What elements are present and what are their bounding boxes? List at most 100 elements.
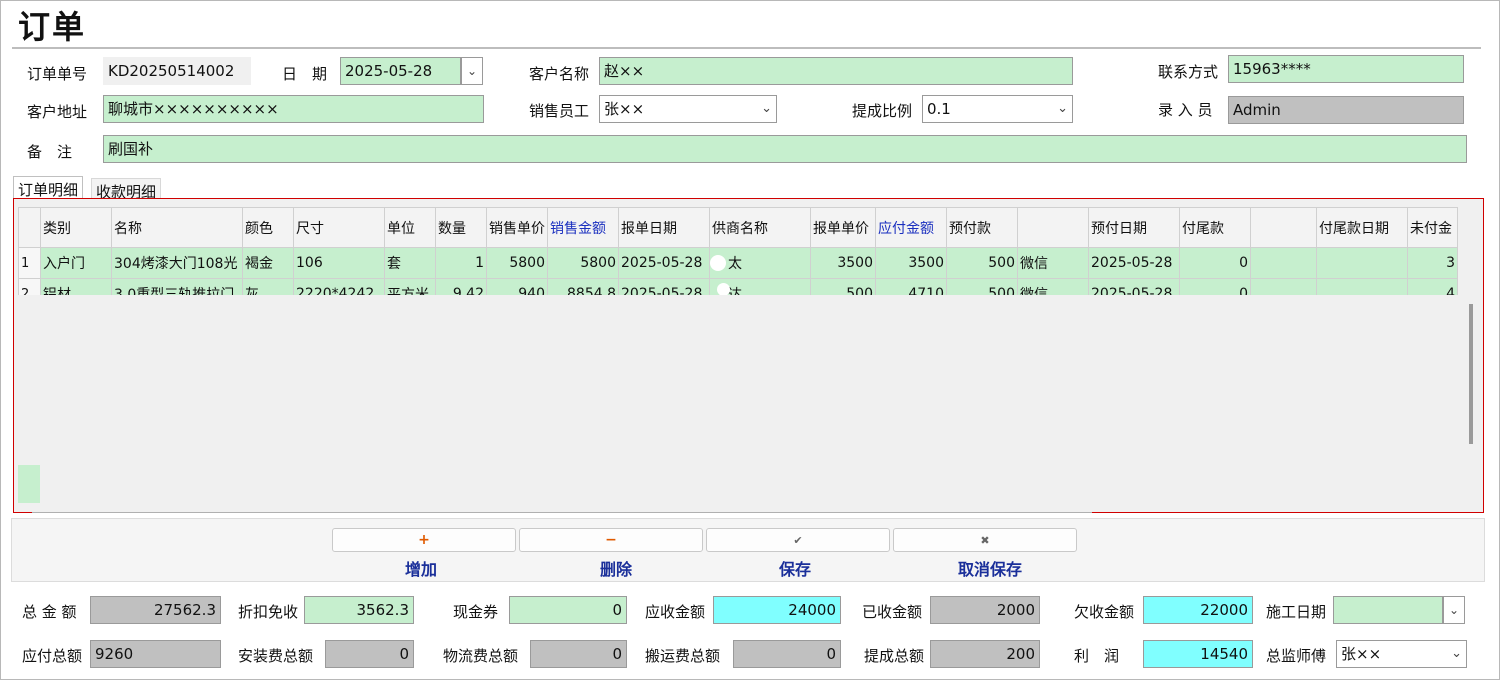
grid-cell[interactable]: 入户门 — [40, 247, 112, 279]
date-picker-button[interactable]: ⌄ — [461, 57, 483, 85]
install-total-label: 安装费总额 — [238, 647, 314, 665]
column-header[interactable]: 销售金额 — [547, 207, 619, 248]
grid-header-row: 类别 名称 颜色 尺寸 单位 数量 销售单价 销售金额 报单日期 供商名称 报单… — [18, 207, 1458, 248]
date-label: 日 期 — [282, 65, 328, 83]
grid-cell[interactable]: 套 — [384, 247, 436, 279]
add-button[interactable]: + — [332, 528, 516, 552]
page-title: 订单 — [18, 8, 87, 46]
address-field[interactable]: 聊城市×××××××××× — [103, 95, 484, 123]
chevron-down-icon: ⌄ — [761, 101, 772, 116]
check-icon: ✔ — [793, 533, 803, 547]
supervisor-label: 总监师傅 — [1266, 647, 1327, 665]
column-header[interactable] — [1017, 207, 1089, 248]
column-header[interactable]: 付尾款 — [1179, 207, 1251, 248]
delete-button[interactable]: − — [519, 528, 703, 552]
table-row[interactable]: 1 入户门 304烤漆大门108光 褐金 106 套 1 5800 5800 2… — [18, 247, 1458, 279]
column-header[interactable]: 付尾款日期 — [1316, 207, 1408, 248]
grid-empty-area — [18, 295, 1468, 507]
redaction-mark — [710, 255, 726, 271]
received-label: 已收金额 — [862, 603, 923, 621]
column-header[interactable]: 数量 — [435, 207, 487, 248]
remark-field[interactable]: 刷国补 — [103, 135, 1467, 163]
grid-vertical-scrollbar[interactable] — [1469, 304, 1473, 444]
column-header[interactable]: 销售单价 — [486, 207, 548, 248]
customer-label: 客户名称 — [529, 65, 590, 83]
grid-cell[interactable]: 1 — [435, 247, 487, 279]
grid-cell[interactable]: 微信 — [1017, 247, 1089, 279]
grid-horizontal-scrollbar[interactable] — [32, 512, 1092, 513]
cancel-save-button-label[interactable]: 取消保存 — [898, 556, 1082, 580]
chevron-down-icon: ⌄ — [466, 64, 478, 78]
save-button-label[interactable]: 保存 — [703, 556, 887, 580]
order-detail-grid: 类别 名称 颜色 尺寸 单位 数量 销售单价 销售金额 报单日期 供商名称 报单… — [13, 198, 1484, 513]
contact-field[interactable]: 15963**** — [1228, 55, 1464, 83]
contact-label: 联系方式 — [1158, 63, 1219, 81]
order-no-label: 订单单号 — [27, 65, 88, 83]
logistics-total-field: 0 — [530, 640, 627, 668]
column-header[interactable]: 未付金 — [1407, 207, 1458, 248]
column-header[interactable]: 预付款 — [946, 207, 1018, 248]
construction-date-field[interactable] — [1333, 596, 1443, 624]
commission-rate-value: 0.1 — [927, 100, 951, 118]
new-row-indicator[interactable] — [18, 465, 40, 503]
remark-label: 备 注 — [27, 143, 73, 161]
profit-field: 14540 — [1143, 640, 1253, 668]
entry-label: 录 入 员 — [1158, 101, 1213, 119]
entry-field: Admin — [1228, 96, 1464, 124]
grid-cell[interactable]: 5800 — [486, 247, 548, 279]
grid-cell[interactable] — [1316, 247, 1408, 279]
supervisor-value: 张×× — [1341, 645, 1382, 663]
grid-cell[interactable]: 2025-05-28 — [1088, 247, 1180, 279]
grid-cell[interactable]: 106 — [293, 247, 385, 279]
row-number[interactable]: 1 — [18, 247, 41, 279]
plus-icon: + — [418, 532, 430, 548]
salesman-value: 张×× — [604, 100, 645, 118]
construction-date-picker-button[interactable]: ⌄ — [1443, 596, 1465, 624]
close-icon: ✖ — [980, 533, 990, 547]
chevron-down-icon: ⌄ — [1448, 603, 1460, 617]
column-header[interactable] — [1250, 207, 1317, 248]
minus-icon: − — [605, 532, 617, 548]
column-header[interactable]: 报单日期 — [618, 207, 710, 248]
grid-cell[interactable]: 304烤漆大门108光 — [111, 247, 243, 279]
column-header[interactable]: 供商名称 — [709, 207, 811, 248]
grid-cell[interactable]: 3500 — [875, 247, 947, 279]
date-field[interactable]: 2025-05-28 — [340, 57, 461, 85]
grid-cell[interactable]: 5800 — [547, 247, 619, 279]
grid-viewport: 类别 名称 颜色 尺寸 单位 数量 销售单价 销售金额 报单日期 供商名称 报单… — [18, 207, 1468, 507]
add-button-label[interactable]: 增加 — [329, 556, 513, 580]
owed-field: 22000 — [1143, 596, 1253, 624]
grid-cell[interactable]: 2025-05-28 — [618, 247, 710, 279]
voucher-field[interactable]: 0 — [509, 596, 627, 624]
profit-label: 利 润 — [1074, 647, 1120, 665]
grid-cell[interactable]: 3500 — [810, 247, 876, 279]
cancel-save-button[interactable]: ✖ — [893, 528, 1077, 552]
grid-cell[interactable]: 褐金 — [242, 247, 294, 279]
column-header[interactable]: 颜色 — [242, 207, 294, 248]
payable-total-field: 9260 — [90, 640, 221, 668]
grid-cell[interactable]: 500 — [946, 247, 1018, 279]
column-header[interactable]: 尺寸 — [293, 207, 385, 248]
save-button[interactable]: ✔ — [706, 528, 890, 552]
grid-cell[interactable]: 0 — [1179, 247, 1251, 279]
column-header[interactable]: 预付日期 — [1088, 207, 1180, 248]
voucher-label: 现金券 — [453, 603, 499, 621]
delete-button-label[interactable]: 删除 — [524, 556, 708, 580]
commission-rate-select[interactable]: 0.1 ⌄ — [922, 95, 1073, 123]
customer-field[interactable]: 赵×× — [599, 57, 1073, 85]
column-header[interactable]: 单位 — [384, 207, 436, 248]
order-no-field[interactable]: KD20250514002 — [103, 57, 251, 85]
grid-cell[interactable] — [1250, 247, 1317, 279]
owed-label: 欠收金额 — [1074, 603, 1135, 621]
column-header[interactable]: 名称 — [111, 207, 243, 248]
column-header[interactable]: 类别 — [40, 207, 112, 248]
install-total-field: 0 — [325, 640, 414, 668]
discount-field[interactable]: 3562.3 — [304, 596, 414, 624]
column-header[interactable]: 应付金额 — [875, 207, 947, 248]
receivable-field: 24000 — [713, 596, 841, 624]
supervisor-select[interactable]: 张×× ⌄ — [1336, 640, 1467, 668]
salesman-select[interactable]: 张×× ⌄ — [599, 95, 777, 123]
column-header[interactable]: 报单单价 — [810, 207, 876, 248]
tab-order-details[interactable]: 订单明细 — [13, 176, 84, 200]
grid-cell[interactable]: 3 — [1407, 247, 1458, 279]
